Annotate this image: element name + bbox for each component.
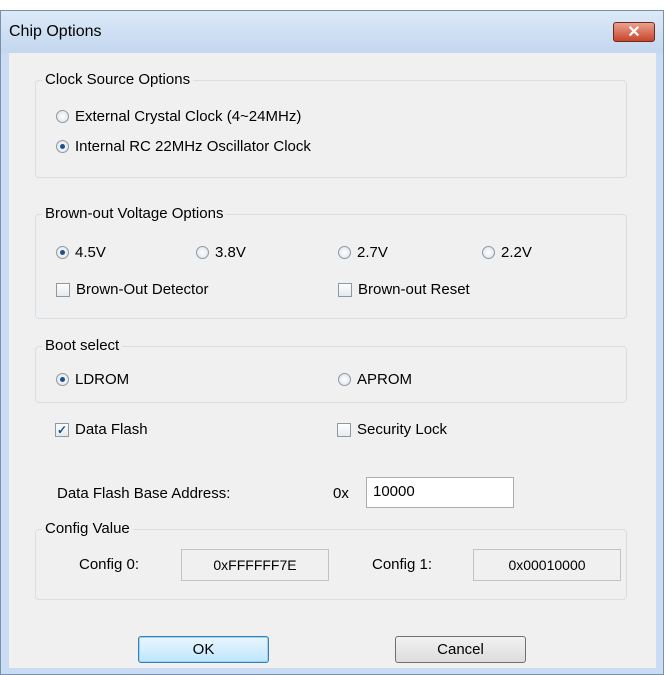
radio-label: LDROM (75, 371, 130, 388)
brownout-voltage-group: Brown-out Voltage Options 4.5V 3.8V 2.7V… (35, 205, 627, 319)
radio-button-icon[interactable] (338, 373, 351, 386)
radio-internal-rc[interactable]: Internal RC 22MHz Oscillator Clock (56, 138, 311, 155)
radio-label: 2.2V (501, 244, 532, 261)
radio-button-selected-icon[interactable] (56, 373, 69, 386)
dialog-client-area: Clock Source Options External Crystal Cl… (9, 53, 656, 668)
radio-ldrom[interactable]: LDROM (56, 371, 129, 388)
base-address-input[interactable]: 10000 (366, 477, 514, 508)
radio-aprom[interactable]: APROM (338, 371, 412, 388)
checkbox-data-flash[interactable]: ✓ Data Flash (55, 421, 148, 438)
radio-external-crystal[interactable]: External Crystal Clock (4~24MHz) (56, 108, 301, 125)
checkbox-checked-icon[interactable]: ✓ (55, 422, 69, 437)
checkbox-icon[interactable] (337, 422, 351, 437)
radio-button-selected-icon[interactable] (56, 246, 69, 259)
radio-label: External Crystal Clock (4~24MHz) (75, 108, 302, 125)
close-icon: ✕ (627, 24, 641, 41)
radio-button-icon[interactable] (56, 110, 69, 123)
radio-label: APROM (357, 371, 413, 388)
cancel-button[interactable]: Cancel (395, 636, 526, 663)
config-value-group: Config Value Config 0: 0xFFFFFF7E Config… (35, 520, 627, 600)
config0-label: Config 0: (79, 556, 140, 573)
checkbox-icon[interactable] (338, 282, 352, 297)
boot-select-legend: Boot select (42, 337, 123, 354)
radio-label: 2.7V (357, 244, 388, 261)
ok-button[interactable]: OK (138, 636, 269, 663)
radio-label: Internal RC 22MHz Oscillator Clock (75, 138, 311, 155)
checkbox-label: Brown-out Reset (358, 281, 470, 298)
checkbox-icon[interactable] (56, 282, 70, 297)
title-bar[interactable]: Chip Options ✕ (1, 11, 663, 53)
config0-value-box: 0xFFFFFF7E (181, 549, 329, 581)
close-button[interactable]: ✕ (613, 22, 655, 42)
base-address-label: Data Flash Base Address: (57, 485, 231, 502)
radio-button-selected-icon[interactable] (56, 140, 69, 153)
radio-button-icon[interactable] (482, 246, 495, 259)
radio-4-5v[interactable]: 4.5V (56, 244, 106, 261)
radio-2-7v[interactable]: 2.7V (338, 244, 388, 261)
config1-label: Config 1: (372, 556, 433, 573)
checkbox-brown-out-reset[interactable]: Brown-out Reset (338, 281, 470, 298)
config-value-legend: Config Value (42, 520, 133, 537)
checkbox-brown-out-detector[interactable]: Brown-Out Detector (56, 281, 209, 298)
radio-label: 3.8V (215, 244, 246, 261)
checkbox-label: Data Flash (75, 421, 148, 438)
dialog-title: Chip Options (9, 23, 102, 40)
clock-source-legend: Clock Source Options (42, 71, 194, 88)
config1-value-box: 0x00010000 (473, 549, 621, 581)
radio-2-2v[interactable]: 2.2V (482, 244, 532, 261)
chip-options-dialog: Chip Options ✕ Clock Source Options Exte… (0, 10, 664, 675)
brownout-legend: Brown-out Voltage Options (42, 205, 227, 222)
checkbox-label: Security Lock (357, 421, 448, 438)
radio-button-icon[interactable] (338, 246, 351, 259)
radio-3-8v[interactable]: 3.8V (196, 244, 246, 261)
radio-label: 4.5V (75, 244, 106, 261)
boot-select-group: Boot select LDROM APROM (35, 337, 627, 403)
background-strip (0, 0, 666, 10)
hex-prefix-label: 0x (333, 485, 349, 502)
checkbox-label: Brown-Out Detector (76, 281, 209, 298)
radio-button-icon[interactable] (196, 246, 209, 259)
checkbox-security-lock[interactable]: Security Lock (337, 421, 447, 438)
clock-source-group: Clock Source Options External Crystal Cl… (35, 71, 627, 178)
